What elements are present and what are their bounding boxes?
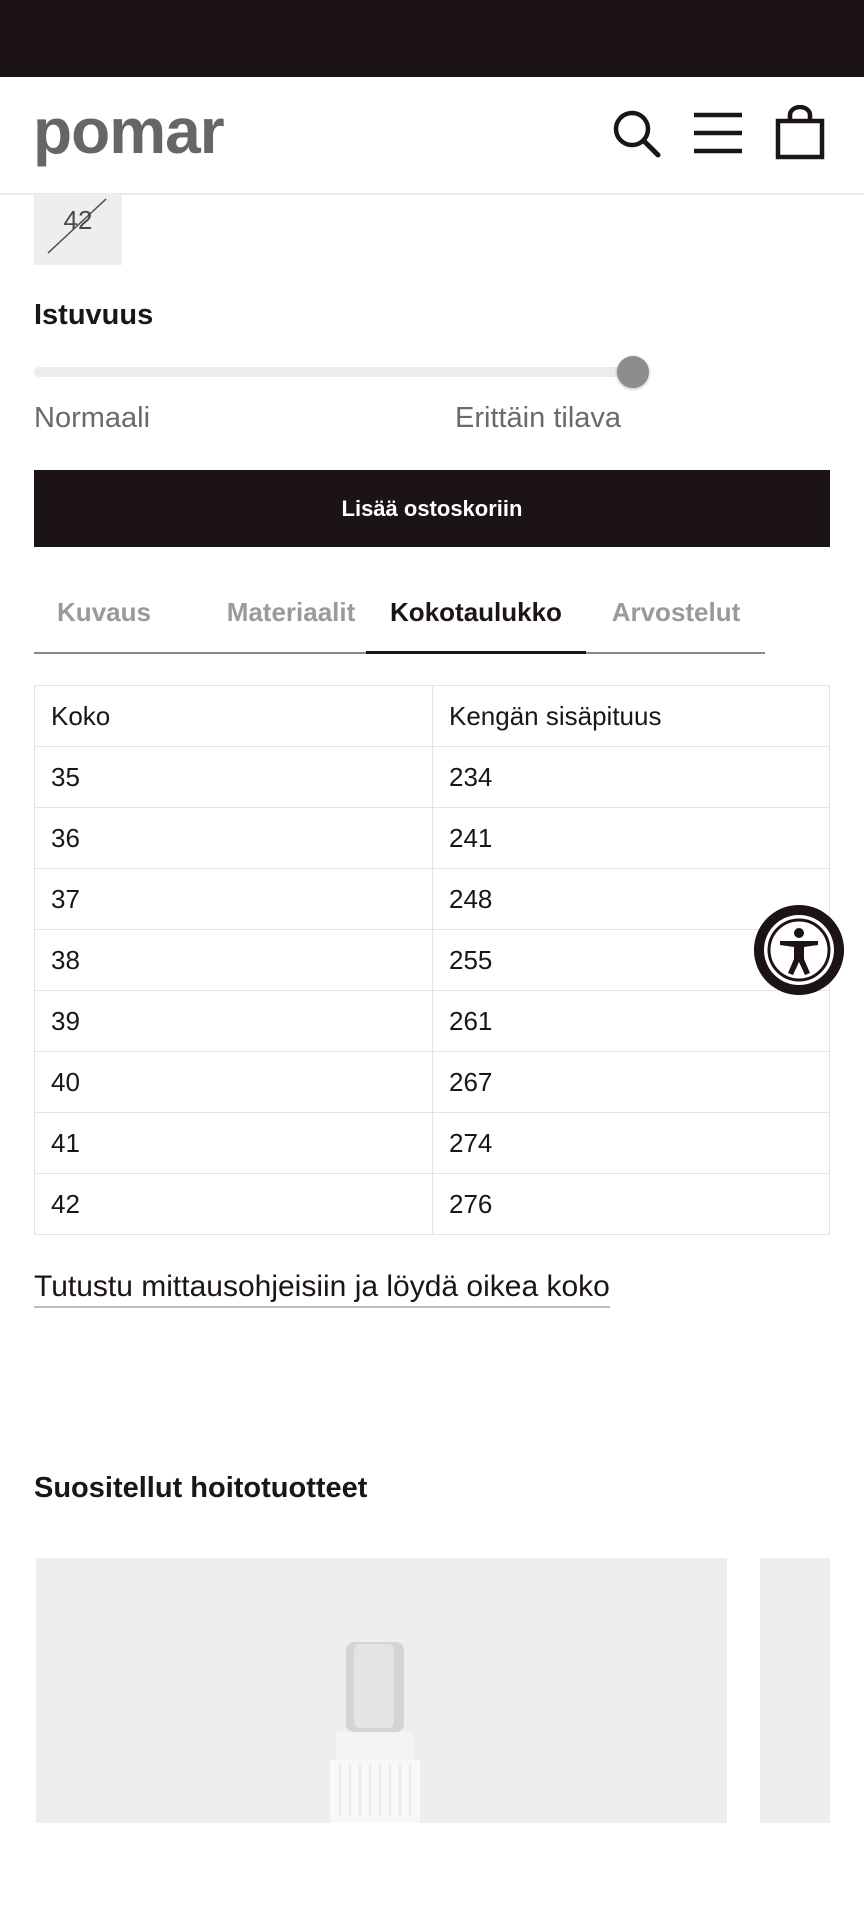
table-cell: 42 <box>34 1173 433 1235</box>
tab-kokotaulukko[interactable]: Kokotaulukko <box>366 580 586 654</box>
logo[interactable]: pomar <box>33 99 225 163</box>
table-header-row: Koko Kengän sisäpituus <box>34 685 830 747</box>
size-table: Koko Kengän sisäpituus 35 234 36 241 37 … <box>34 685 830 1235</box>
accessibility-icon[interactable] <box>754 905 844 995</box>
fit-slider-thumb <box>617 356 649 388</box>
table-cell: 38 <box>34 929 433 991</box>
table-row: 38 255 <box>34 929 830 991</box>
table-row: 35 234 <box>34 746 830 808</box>
table-cell: 241 <box>432 807 830 869</box>
table-row: 36 241 <box>34 807 830 869</box>
table-cell: 261 <box>432 990 830 1052</box>
unavailable-strike-icon <box>47 198 107 254</box>
table-cell: 36 <box>34 807 433 869</box>
search-icon[interactable] <box>608 105 664 161</box>
product-tabs: Kuvaus Materiaalit Kokotaulukko Arvostel… <box>34 580 765 654</box>
fit-title: Istuvuus <box>34 299 154 331</box>
care-product-card[interactable] <box>36 1558 727 1823</box>
table-cell: 40 <box>34 1051 433 1113</box>
table-cell: 267 <box>432 1051 830 1113</box>
table-row: 42 276 <box>34 1173 830 1235</box>
table-row: 37 248 <box>34 868 830 930</box>
table-header-cell: Kengän sisäpituus <box>432 685 830 747</box>
site-header: pomar <box>0 77 864 195</box>
table-header-cell: Koko <box>34 685 433 747</box>
fit-slider-track <box>34 367 634 377</box>
fit-left-label: Normaali <box>34 402 151 434</box>
menu-icon[interactable] <box>690 105 746 161</box>
measurement-guide-link[interactable]: Tutustu mittausohjeisiin ja löydä oikea … <box>34 1270 610 1308</box>
size-option-42[interactable]: 42 <box>34 195 122 265</box>
add-to-cart-button[interactable]: Lisää ostoskoriin <box>34 470 830 547</box>
tab-materiaalit[interactable]: Materiaalit <box>194 580 388 654</box>
cart-icon[interactable] <box>772 105 828 161</box>
fit-right-label: Erittäin tilava <box>455 402 622 434</box>
care-products-title: Suositellut hoitotuotteet <box>34 1472 368 1504</box>
table-row: 40 267 <box>34 1051 830 1113</box>
table-cell: 276 <box>432 1173 830 1235</box>
table-cell: 41 <box>34 1112 433 1174</box>
top-bar <box>0 0 864 77</box>
table-cell: 274 <box>432 1112 830 1174</box>
spray-bottle-image <box>330 1642 420 1823</box>
tab-kuvaus[interactable]: Kuvaus <box>34 580 174 654</box>
care-product-card[interactable] <box>760 1558 830 1823</box>
table-cell: 39 <box>34 990 433 1052</box>
table-row: 41 274 <box>34 1112 830 1174</box>
tab-arvostelut[interactable]: Arvostelut <box>586 580 766 654</box>
table-cell: 37 <box>34 868 433 930</box>
table-cell: 234 <box>432 746 830 808</box>
table-row: 39 261 <box>34 990 830 1052</box>
table-cell: 35 <box>34 746 433 808</box>
